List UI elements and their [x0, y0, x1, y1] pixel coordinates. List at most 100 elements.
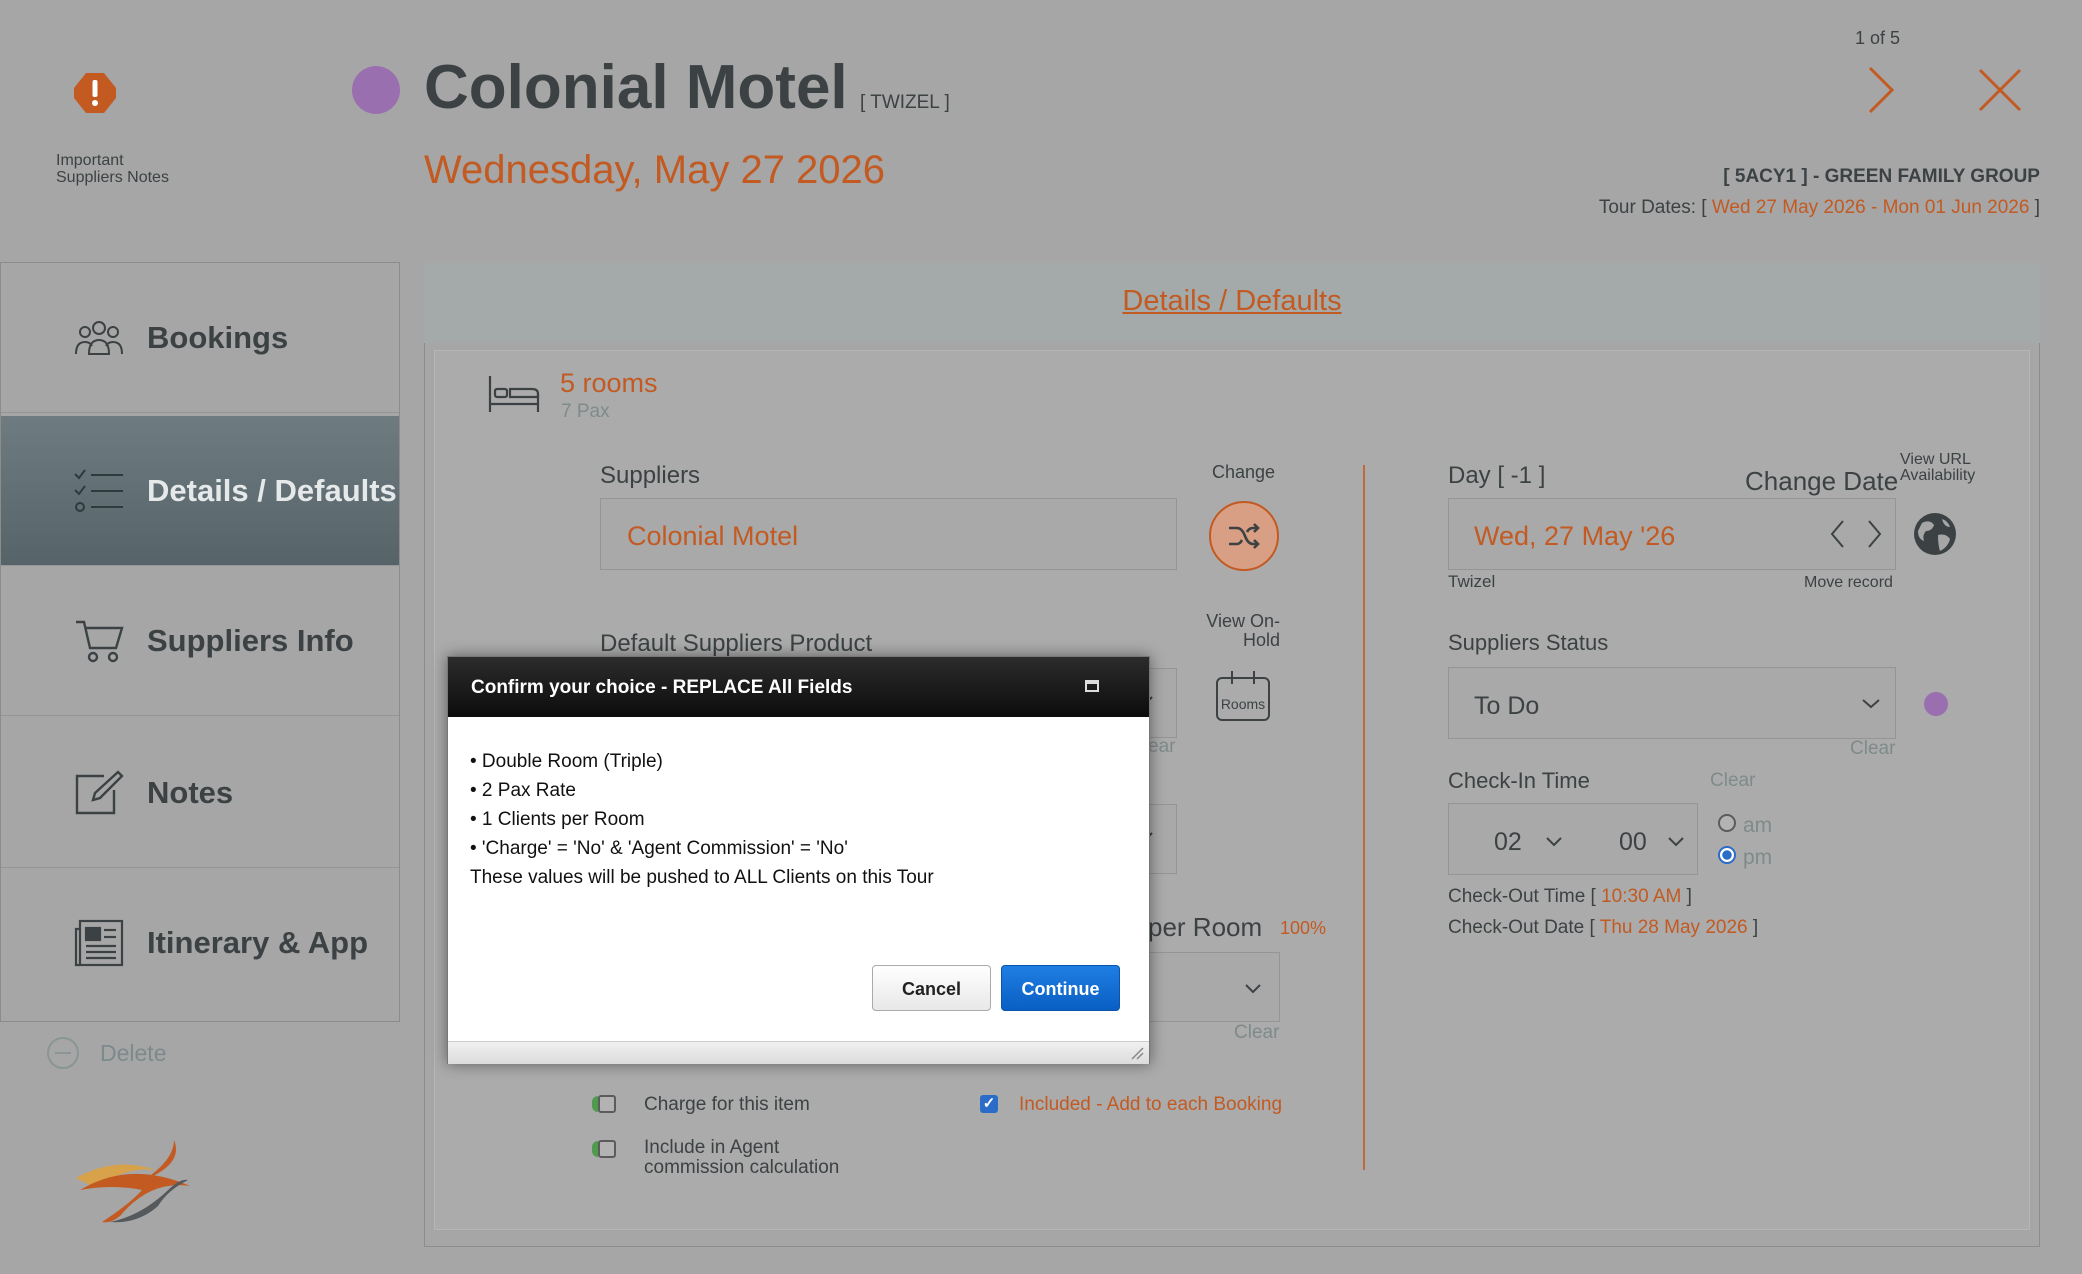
change-supplier-button[interactable] — [1209, 501, 1279, 571]
dialog-line: • 1 Clients per Room — [470, 809, 645, 830]
dialog-header[interactable]: Confirm your choice - REPLACE All Fields — [448, 657, 1149, 717]
move-record-label[interactable]: Move record — [1804, 574, 1893, 592]
sidebar-item-suppliers-info[interactable]: Suppliers Info — [1, 566, 399, 716]
date-field[interactable]: Wed, 27 May '26 — [1448, 498, 1896, 570]
agent-commission-toggle[interactable] — [592, 1140, 616, 1158]
newspaper-icon — [71, 919, 127, 967]
included-checkbox[interactable]: ✓ — [980, 1095, 998, 1113]
view-url-label: View URL Availability — [1900, 451, 1976, 484]
charge-toggle[interactable] — [592, 1095, 616, 1113]
chevron-down-icon — [1668, 837, 1684, 847]
sidebar-item-label: Details / Defaults — [147, 472, 397, 508]
page-title: Colonial Motel — [424, 53, 848, 122]
sidebar-item-itinerary-app[interactable]: Itinerary & App — [1, 868, 399, 1018]
pm-radio[interactable] — [1718, 846, 1736, 864]
day-label: Day [ -1 ] — [1448, 462, 1546, 489]
chevron-down-icon — [1546, 837, 1562, 847]
pax-count: 7 Pax — [561, 401, 610, 422]
clear-checkin[interactable]: Clear — [1710, 770, 1755, 792]
status-value: To Do — [1474, 692, 1540, 720]
people-icon — [71, 315, 127, 361]
tour-dates: Tour Dates: [ Wed 27 May 2026 - Mon 01 J… — [1598, 197, 2040, 218]
important-notes-icon[interactable] — [72, 70, 118, 116]
am-radio[interactable] — [1718, 814, 1736, 832]
sidebar-item-label: Notes — [147, 774, 234, 810]
pager-count: 1 of 5 — [1854, 28, 1900, 48]
dialog-title: Confirm your choice - REPLACE All Fields — [471, 677, 853, 698]
status-color-dot — [1924, 692, 1948, 716]
charge-label: Charge for this item — [644, 1094, 810, 1115]
sidebar-item-label: Itinerary & App — [147, 925, 369, 960]
supplier-value: Colonial Motel — [627, 521, 799, 551]
prev-date-icon[interactable] — [1829, 519, 1847, 549]
dialog-line: • Double Room (Triple) — [470, 751, 663, 772]
brand-logo — [70, 1138, 200, 1228]
sidebar-item-label: Bookings — [147, 319, 289, 355]
change-label: Change — [1212, 462, 1276, 482]
agent-commission-checkbox[interactable] — [598, 1140, 616, 1158]
maximize-icon[interactable] — [1085, 680, 1099, 692]
view-onhold-button[interactable]: Rooms — [1214, 668, 1272, 724]
dialog-footer — [448, 1041, 1149, 1064]
dialog-line: These values will be pushed to ALL Clien… — [470, 867, 934, 888]
confirm-dialog: Confirm your choice - REPLACE All Fields… — [447, 656, 1150, 1064]
dialog-line: • 'Charge' = 'No' & 'Agent Commission' =… — [470, 838, 848, 859]
town-label: Twizel — [1448, 572, 1496, 591]
sidebar-item-label: Suppliers Info — [147, 622, 354, 658]
clear-product[interactable]: ear — [1148, 736, 1175, 758]
chevron-down-icon — [1245, 984, 1261, 994]
clear-status[interactable]: Clear — [1850, 738, 1895, 760]
sidebar-item-notes[interactable]: Notes — [1, 718, 399, 868]
column-divider — [1363, 465, 1365, 1170]
included-label: Included - Add to each Booking — [1019, 1094, 1283, 1115]
tab-details-defaults[interactable]: Details / Defaults — [424, 263, 2040, 343]
dialog-message: • Double Room (Triple) • 2 Pax Rate • 1 … — [470, 747, 934, 892]
tab-label: Details / Defaults — [1122, 285, 1342, 317]
clients-per-room-select[interactable] — [1150, 952, 1280, 1022]
checkout-date-value: Thu 28 May 2026 — [1599, 917, 1748, 938]
sidebar: Bookings Details / Defaults Suppliers In… — [0, 262, 400, 1022]
delete-label: Delete — [100, 1039, 167, 1066]
location-label: [ TWIZEL ] — [860, 92, 950, 113]
resize-handle-icon[interactable] — [1130, 1046, 1144, 1060]
status-select[interactable]: To Do — [1448, 667, 1896, 739]
clear-clients-per-room[interactable]: Clear — [1234, 1022, 1279, 1044]
change-date-label: Change Date — [1745, 466, 1899, 496]
checkin-hour[interactable]: 02 — [1494, 828, 1522, 857]
sidebar-item-bookings[interactable]: Bookings — [1, 263, 399, 413]
supplier-field[interactable]: Colonial Motel — [600, 498, 1177, 570]
cancel-button[interactable]: Cancel — [872, 965, 991, 1011]
tour-end-date: Mon 01 Jun 2026 — [1882, 197, 2030, 218]
shuffle-icon — [1229, 523, 1260, 549]
next-record-icon[interactable] — [1866, 64, 1896, 116]
checkin-label: Check-In Time — [1448, 768, 1590, 793]
continue-button[interactable]: Continue — [1001, 965, 1120, 1011]
rooms-icon-label: Rooms — [1220, 696, 1266, 712]
checkin-time-select[interactable]: 02 00 — [1448, 803, 1698, 875]
checkout-date: Check-Out Date [ Thu 28 May 2026 ] — [1448, 917, 1759, 938]
charge-checkbox[interactable] — [598, 1095, 616, 1113]
default-product-label: Default Suppliers Product — [600, 630, 873, 657]
minus-circle-icon — [47, 1037, 79, 1069]
close-icon[interactable] — [1978, 68, 2022, 112]
delete-button[interactable]: Delete — [46, 1036, 166, 1070]
page-date: Wednesday, May 27 2026 — [424, 148, 886, 192]
per-room-label: per Room — [1148, 912, 1263, 942]
sidebar-item-details-defaults[interactable]: Details / Defaults — [1, 416, 399, 566]
agent-commission-label: Include in Agent commission calculation — [644, 1137, 840, 1178]
checkin-minute[interactable]: 00 — [1619, 828, 1647, 857]
rooms-count: 5 rooms — [560, 368, 658, 398]
globe-icon[interactable] — [1912, 511, 1958, 557]
checkout-time-value: 10:30 AM — [1601, 886, 1682, 907]
view-onhold-label: View On-Hold — [1206, 611, 1280, 650]
per-room-percent: 100% — [1280, 918, 1327, 938]
bed-icon — [488, 374, 540, 414]
next-date-icon[interactable] — [1865, 519, 1883, 549]
cart-icon — [71, 618, 127, 664]
important-notes-label[interactable]: Important Suppliers Notes — [56, 152, 176, 186]
am-label: am — [1743, 814, 1773, 837]
pm-label: pm — [1743, 846, 1773, 869]
status-dot — [352, 66, 400, 114]
date-value: Wed, 27 May '26 — [1474, 521, 1676, 551]
edit-note-icon — [71, 769, 127, 816]
